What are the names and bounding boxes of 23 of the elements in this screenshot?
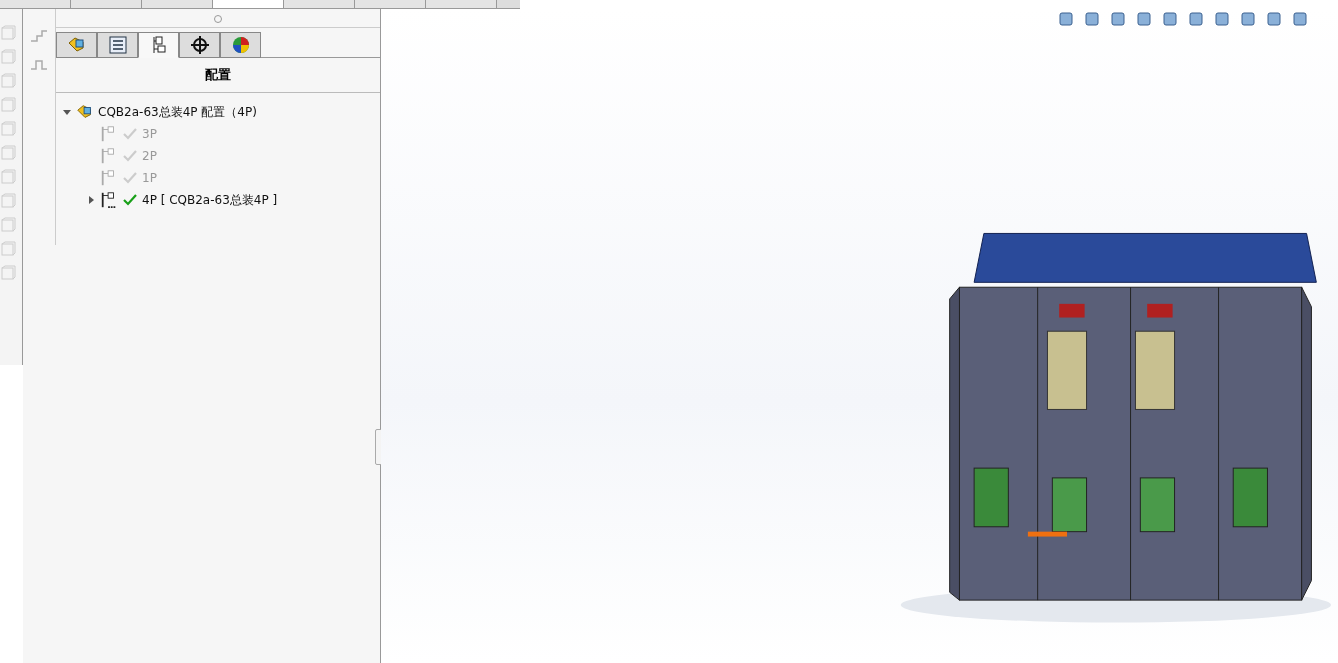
toolbar-icon[interactable] [0,241,16,257]
color-wheel-icon [230,35,251,55]
toolbar-icon[interactable] [0,73,16,89]
expand-arrow-icon[interactable] [86,195,96,205]
tree-item[interactable]: 3P [142,127,157,141]
toolbar-icon[interactable] [0,145,16,161]
toolbar-icon[interactable] [0,193,16,209]
tree-item[interactable]: 4P [ CQB2a-63总装4P ] [142,191,278,209]
assembly-icon [76,103,94,121]
toolbar-icon[interactable] [0,97,16,113]
list-icon [107,35,128,55]
toolbar-icon[interactable] [0,265,16,281]
tree-item[interactable]: 1P [142,171,157,185]
toolbar-icon[interactable] [0,49,16,65]
toolbar-icon[interactable] [0,25,16,41]
tree-item[interactable]: CQB2a-63总装4P 配置（4P) [98,103,257,121]
toolbar-icon[interactable] [0,217,16,233]
crosshair-icon [189,35,210,55]
tree-item[interactable]: 2P [142,149,157,163]
panel-title: 配置 [56,58,380,93]
toolbar-icon[interactable] [0,121,16,137]
manager-tab[interactable] [179,32,220,58]
toolbar-icon[interactable] [0,169,16,185]
